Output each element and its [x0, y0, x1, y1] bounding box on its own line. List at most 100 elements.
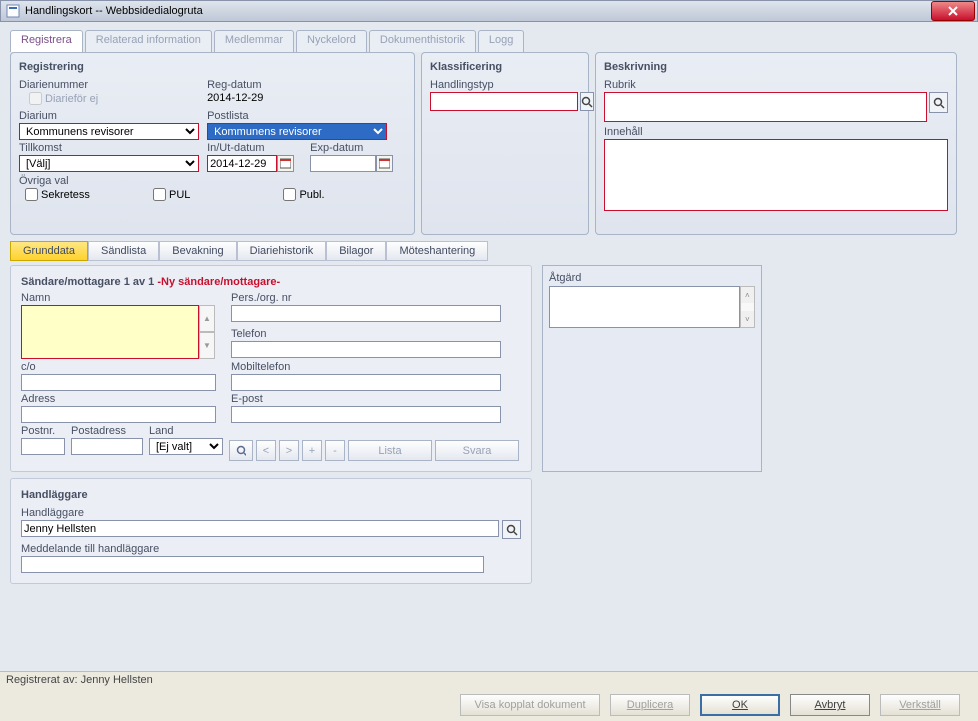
persorg-label: Pers./org. nr — [231, 292, 501, 304]
co-input[interactable] — [21, 374, 216, 391]
adress-label: Adress — [21, 393, 221, 405]
namn-textarea[interactable] — [21, 305, 199, 359]
sandare-mottagare-panel: Sändare/mottagare 1 av 1 -Ny sändare/mot… — [10, 265, 532, 472]
meddelande-label: Meddelande till handläggare — [21, 543, 521, 555]
subtab-bilagor[interactable]: Bilagor — [326, 241, 386, 261]
subtab-sandlista[interactable]: Sändlista — [88, 241, 159, 261]
sub-tabs: Grunddata Sändlista Bevakning Diariehist… — [10, 241, 968, 261]
meddelande-input[interactable] — [21, 556, 484, 573]
tab-medlemmar[interactable]: Medlemmar — [214, 30, 294, 52]
namn-spin-down[interactable]: ▼ — [199, 332, 215, 359]
sender-search-button[interactable] — [229, 440, 253, 461]
handlaggare-label: Handläggare — [21, 507, 521, 519]
mobil-label: Mobiltelefon — [231, 361, 501, 373]
visa-kopplat-dokument-button[interactable]: Visa kopplat dokument — [460, 694, 600, 716]
sender-add-button[interactable]: + — [302, 440, 322, 461]
inut-datum-label: In/Ut-datum — [207, 142, 307, 154]
scroll-up-button[interactable]: ˄ — [741, 287, 754, 303]
tab-registrera[interactable]: Registrera — [10, 30, 83, 52]
postadress-label: Postadress — [71, 425, 143, 437]
tab-nyckelord[interactable]: Nyckelord — [296, 30, 367, 52]
postlista-select[interactable]: Kommunens revisorer — [207, 123, 387, 140]
handlaggare-search-button[interactable] — [502, 520, 521, 539]
epost-label: E-post — [231, 393, 501, 405]
tab-dokumenthistorik[interactable]: Dokumenthistorik — [369, 30, 476, 52]
postlista-label: Postlista — [207, 110, 387, 122]
top-tabs: Registrera Relaterad information Medlemm… — [10, 30, 968, 52]
titlebar: Handlingskort -- Webbsidedialogruta — [0, 0, 978, 22]
postnr-input[interactable] — [21, 438, 65, 455]
ok-button[interactable]: OK — [700, 694, 780, 716]
tillkomst-label: Tillkomst — [19, 142, 204, 154]
beskrivning-panel: Beskrivning Rubrik Innehåll — [595, 52, 957, 235]
bottombar: Visa kopplat dokument Duplicera OK Avbry… — [0, 689, 978, 721]
exp-datum-label: Exp-datum — [310, 142, 393, 154]
handlaggare-input[interactable] — [21, 520, 499, 537]
verkstall-button[interactable]: Verkställ — [880, 694, 960, 716]
namn-spin-up[interactable]: ▲ — [199, 305, 215, 332]
atgard-label: Åtgärd — [549, 272, 755, 284]
exp-datum-picker-button[interactable] — [376, 155, 393, 172]
sender-remove-button[interactable]: - — [325, 440, 345, 461]
diarium-select[interactable]: Kommunens revisorer — [19, 123, 199, 140]
reg-datum-value: 2014-12-29 — [207, 92, 263, 104]
registrering-title: Registrering — [19, 61, 406, 73]
duplicera-button[interactable]: Duplicera — [610, 694, 690, 716]
publ-label: Publ. — [299, 189, 324, 201]
subtab-diariehistorik[interactable]: Diariehistorik — [237, 241, 327, 261]
inut-datum-input[interactable] — [207, 155, 277, 172]
handlingstyp-input[interactable] — [430, 92, 578, 111]
scroll-track[interactable] — [741, 303, 754, 311]
subtab-grunddata[interactable]: Grunddata — [10, 241, 88, 261]
exp-datum-input[interactable] — [310, 155, 376, 172]
epost-input[interactable] — [231, 406, 501, 423]
tillkomst-select[interactable]: [Välj] — [19, 155, 199, 172]
app-icon — [5, 3, 21, 19]
atgard-panel: Åtgärd ˄ ˅ — [542, 265, 762, 472]
rubrik-input[interactable] — [604, 92, 927, 122]
sekretess-label: Sekretess — [41, 189, 90, 201]
postadress-input[interactable] — [71, 438, 143, 455]
klassificering-title: Klassificering — [430, 61, 580, 73]
ovriga-val-label: Övriga val — [19, 175, 406, 187]
atgard-scrollbar[interactable]: ˄ ˅ — [740, 286, 755, 328]
svara-button[interactable]: Svara — [435, 440, 519, 461]
innehall-textarea[interactable] — [604, 139, 948, 211]
telefon-label: Telefon — [231, 328, 501, 340]
sender-next-button[interactable]: > — [279, 440, 299, 461]
inut-datum-picker-button[interactable] — [277, 155, 294, 172]
adress-input[interactable] — [21, 406, 216, 423]
diarium-label: Diarium — [19, 110, 204, 122]
mobil-input[interactable] — [231, 374, 501, 391]
telefon-input[interactable] — [231, 341, 501, 358]
subtab-moteshantering[interactable]: Möteshantering — [386, 241, 488, 261]
handlaggare-title: Handläggare — [21, 489, 521, 501]
namn-label: Namn — [21, 292, 221, 304]
tab-logg[interactable]: Logg — [478, 30, 524, 52]
sekretess-checkbox[interactable] — [25, 188, 38, 201]
postnr-label: Postnr. — [21, 425, 65, 437]
rubrik-search-button[interactable] — [929, 92, 948, 113]
klassificering-panel: Klassificering Handlingstyp — [421, 52, 589, 235]
diarienummer-label: Diarienummer — [19, 79, 204, 91]
avbryt-button[interactable]: Avbryt — [790, 694, 870, 716]
tab-relaterad-information[interactable]: Relaterad information — [85, 30, 212, 52]
publ-checkbox[interactable] — [283, 188, 296, 201]
innehall-label: Innehåll — [604, 126, 948, 138]
scroll-down-button[interactable]: ˅ — [741, 311, 754, 327]
handlingstyp-search-button[interactable] — [580, 92, 594, 111]
subtab-bevakning[interactable]: Bevakning — [159, 241, 236, 261]
co-label: c/o — [21, 361, 221, 373]
lista-button[interactable]: Lista — [348, 440, 432, 461]
atgard-textarea[interactable] — [549, 286, 740, 328]
sender-prev-button[interactable]: < — [256, 440, 276, 461]
land-select[interactable]: [Ej valt] — [149, 438, 223, 455]
status-text: Registrerat av: Jenny Hellsten — [6, 674, 153, 686]
handlaggare-panel: Handläggare Handläggare Meddelande till … — [10, 478, 532, 584]
beskrivning-title: Beskrivning — [604, 61, 948, 73]
pul-checkbox[interactable] — [153, 188, 166, 201]
rubrik-label: Rubrik — [604, 79, 948, 91]
diariefor-ej-checkbox — [29, 92, 42, 105]
persorg-input[interactable] — [231, 305, 501, 322]
close-button[interactable] — [931, 1, 975, 21]
